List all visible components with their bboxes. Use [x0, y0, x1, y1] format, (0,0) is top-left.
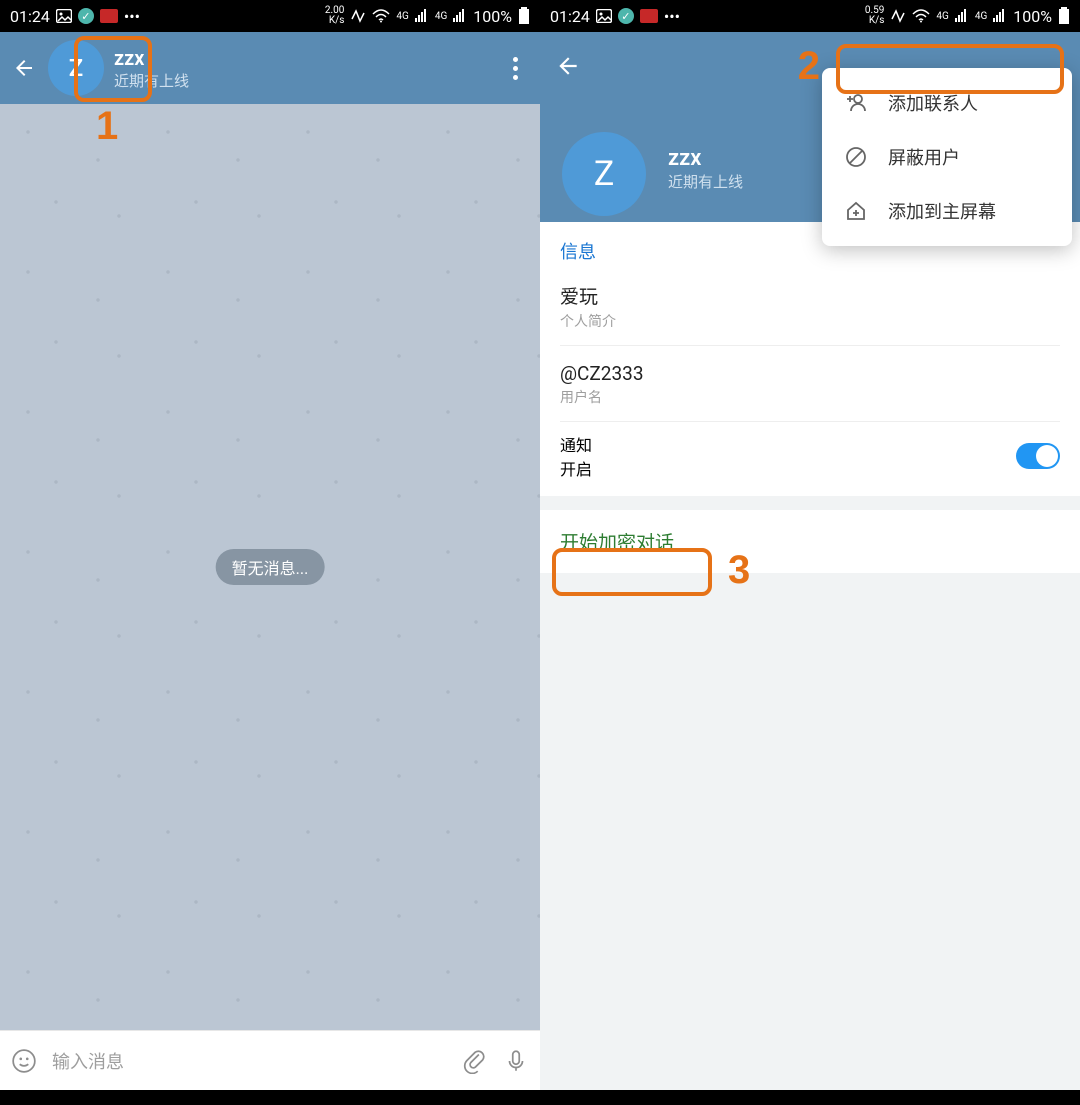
signal-bars-icon-3	[955, 9, 969, 23]
network-speed: 2.00K/s	[325, 6, 345, 26]
signal-bars-icon-2	[453, 9, 467, 23]
menu-add-to-home-label: 添加到主屏幕	[888, 198, 996, 224]
signal-4g-1: 4G	[396, 11, 408, 22]
signal-bars-icon	[415, 9, 429, 23]
start-secret-chat[interactable]: 开始加密对话	[540, 510, 1080, 573]
battery-percent-2: 100%	[1013, 7, 1052, 26]
profile-avatar[interactable]: Z	[562, 132, 646, 216]
wifi-icon-2	[912, 9, 930, 23]
add-contact-icon	[844, 91, 868, 115]
android-nav-bar	[0, 1090, 540, 1105]
divider-2	[560, 421, 1060, 422]
image-icon-2	[596, 9, 612, 23]
menu-add-to-home[interactable]: 添加到主屏幕	[822, 184, 1072, 238]
more-options-button[interactable]	[500, 48, 530, 88]
menu-add-contact[interactable]: 添加联系人	[822, 76, 1072, 130]
bio-value: 爱玩	[560, 282, 1060, 309]
signal-4g-3: 4G	[936, 11, 948, 22]
wifi-icon	[372, 9, 390, 23]
message-input[interactable]: 输入消息	[52, 1048, 446, 1074]
screen-chat: 01:24 ✓ ••• 2.00K/s 4G 4G 100%	[0, 0, 540, 1105]
status-time: 01:24	[10, 7, 50, 26]
emoji-icon[interactable]	[10, 1047, 38, 1075]
image-icon	[56, 9, 72, 23]
notification-row[interactable]: 通知 开启	[560, 432, 1060, 480]
status-bar-2: 01:24 ✓ ••• 0.59K/s 4G 4G 100%	[540, 0, 1080, 32]
chat-contact-status: 近期有上线	[114, 70, 189, 91]
profile-name: zzx	[668, 146, 743, 171]
username-value: @CZ2333	[560, 362, 1060, 385]
bio-item[interactable]: 爱玩 个人简介	[560, 276, 1060, 341]
menu-add-contact-label: 添加联系人	[888, 90, 978, 116]
start-secret-chat-label: 开始加密对话	[560, 531, 674, 554]
red-badge-icon	[100, 9, 118, 23]
screen-profile: 01:24 ✓ ••• 0.59K/s 4G 4G 100%	[540, 0, 1080, 1105]
battery-percent: 100%	[473, 7, 512, 26]
profile-title-block: zzx 近期有上线	[668, 146, 743, 192]
notif-title: 通知	[560, 432, 592, 456]
more-icon: •••	[124, 7, 140, 26]
username-item[interactable]: @CZ2333 用户名	[560, 356, 1060, 417]
home-add-icon	[844, 199, 868, 223]
menu-block-user-label: 屏蔽用户	[888, 144, 960, 170]
signal-4g-2: 4G	[435, 11, 447, 22]
more-icon-2: •••	[664, 7, 680, 26]
check-badge-icon: ✓	[78, 8, 94, 24]
block-icon	[844, 145, 868, 169]
profile-header: Z zzx 近期有上线 添加联系人 屏蔽用户	[540, 32, 1080, 222]
chat-title-block[interactable]: zzx 近期有上线	[114, 46, 189, 91]
info-card: 信息 爱玩 个人简介 @CZ2333 用户名 通知 开启	[540, 222, 1080, 496]
mic-icon[interactable]	[502, 1047, 530, 1075]
username-label: 用户名	[560, 387, 1060, 407]
chat-header: Z zzx 近期有上线	[0, 32, 540, 104]
attach-icon[interactable]	[460, 1047, 488, 1075]
back-button-2[interactable]	[554, 52, 582, 80]
profile-body: 信息 爱玩 个人简介 @CZ2333 用户名 通知 开启 开始加密对话	[540, 222, 1080, 1090]
divider	[560, 345, 1060, 346]
vibrate-icon-2	[890, 9, 906, 23]
status-bar: 01:24 ✓ ••• 2.00K/s 4G 4G 100%	[0, 0, 540, 32]
network-speed-2: 0.59K/s	[865, 6, 885, 26]
status-time-2: 01:24	[550, 7, 590, 26]
chat-contact-name: zzx	[114, 46, 189, 70]
profile-popup-menu: 添加联系人 屏蔽用户 添加到主屏幕	[822, 68, 1072, 246]
check-badge-icon-2: ✓	[618, 8, 634, 24]
battery-icon	[518, 7, 530, 25]
bio-label: 个人简介	[560, 311, 1060, 331]
battery-icon-2	[1058, 7, 1070, 25]
android-nav-bar-2	[540, 1090, 1080, 1105]
vibrate-icon	[350, 9, 366, 23]
profile-status: 近期有上线	[668, 171, 743, 192]
back-button[interactable]	[10, 54, 38, 82]
red-badge-icon-2	[640, 9, 658, 23]
chat-message-area[interactable]: 暂无消息...	[0, 104, 540, 1030]
signal-bars-icon-4	[993, 9, 1007, 23]
notification-toggle[interactable]	[1016, 443, 1060, 469]
notif-value: 开启	[560, 456, 592, 480]
message-input-bar: 输入消息	[0, 1030, 540, 1090]
avatar[interactable]: Z	[48, 40, 104, 96]
menu-block-user[interactable]: 屏蔽用户	[822, 130, 1072, 184]
no-messages-pill: 暂无消息...	[216, 549, 325, 585]
signal-4g-4: 4G	[975, 11, 987, 22]
